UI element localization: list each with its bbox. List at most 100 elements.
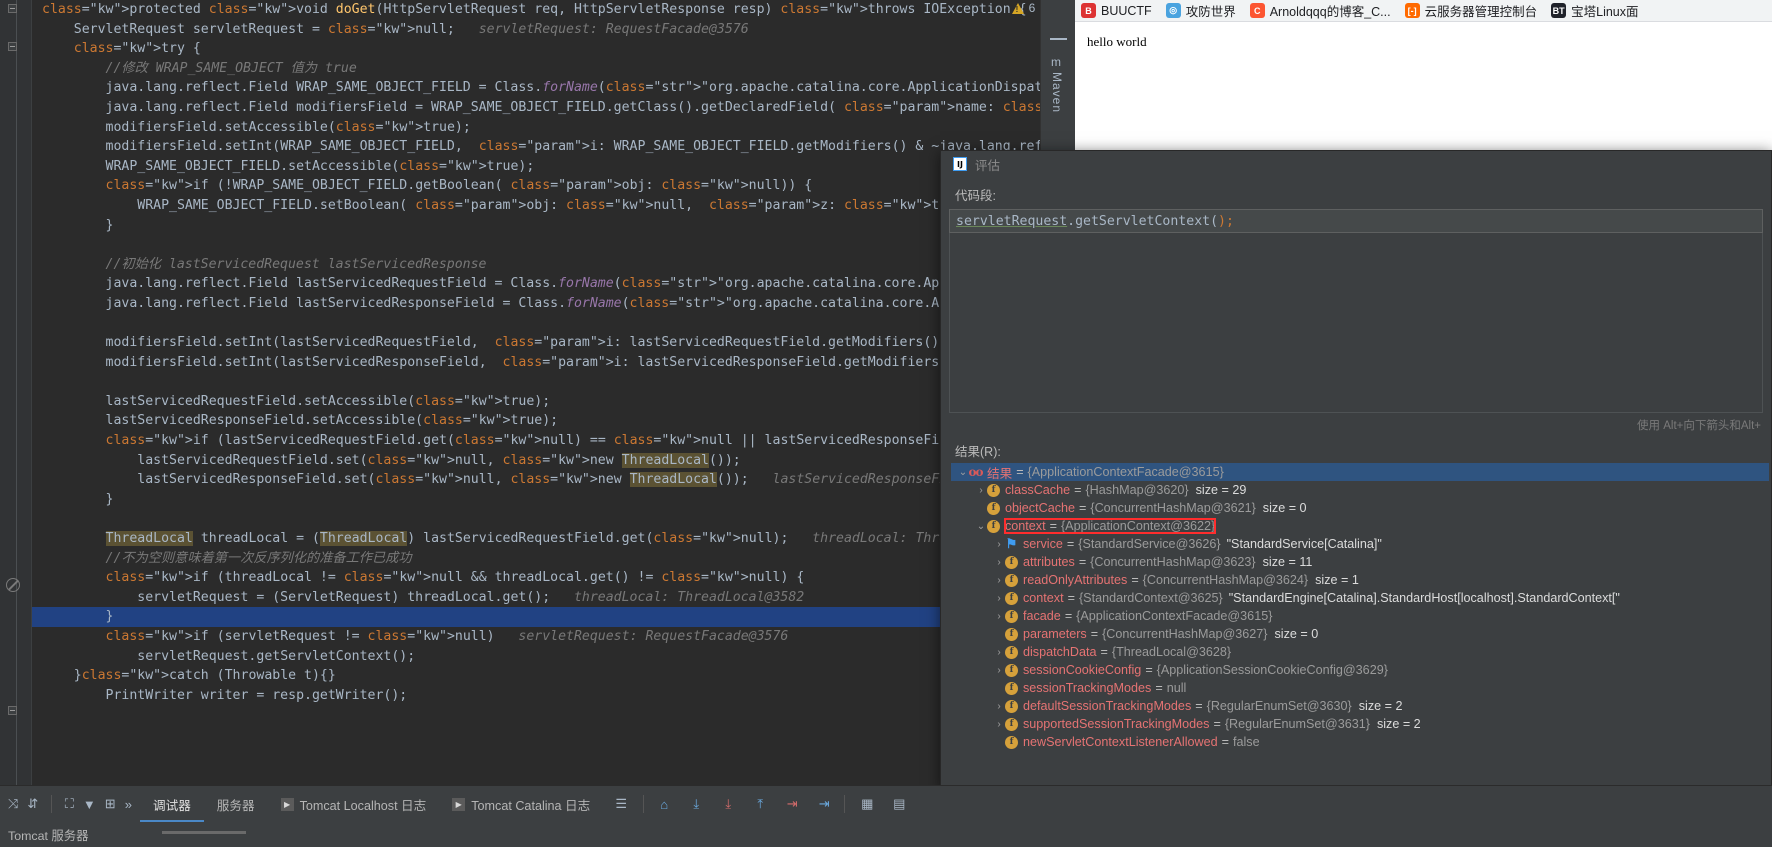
bookmark-item[interactable]: BT 宝塔Linux面 (1551, 1, 1639, 20)
code-line[interactable]: class="kw">protected class="kw">void doG… (32, 0, 1075, 20)
tree-row[interactable]: ⌄ oo 结果 = {ApplicationContextFacade@3615} (951, 463, 1769, 481)
code-editor[interactable]: class="kw">protected class="kw">void doG… (0, 0, 1075, 785)
code-line[interactable]: lastServicedResponseField.set(class="kw"… (32, 470, 1075, 490)
expand-arrow-icon[interactable]: ⌄ (957, 467, 969, 478)
code-line[interactable]: class="kw">if (threadLocal != class="kw"… (32, 568, 1075, 588)
code-content[interactable]: class="kw">protected class="kw">void doG… (32, 0, 1075, 785)
filter-icon[interactable]: ▼ (83, 796, 96, 812)
debug-tab-服务器[interactable]: 服务器 (204, 786, 268, 822)
code-line[interactable]: modifiersField.setInt(WRAP_SAME_OBJECT_F… (32, 137, 1075, 157)
bookmark-item[interactable]: ◎ 攻防世界 (1165, 1, 1236, 20)
expand-arrow-icon[interactable]: › (993, 665, 1005, 676)
tree-row[interactable]: › f classCache = {HashMap@3620} size = 29 (951, 481, 1769, 499)
code-line[interactable]: java.lang.reflect.Field lastServicedRequ… (32, 274, 1075, 294)
debug-toolbar[interactable]: ⤨ ⇵ ⛶ ▼ ⊞ » 调试器 服务器 ▶ Tomcat Localhost 日志 ▶ T… (0, 786, 1772, 822)
mute-breakpoints-icon[interactable] (6, 578, 20, 592)
code-line[interactable]: class="kw">if (!WRAP_SAME_OBJECT_FIELD.g… (32, 176, 1075, 196)
code-line[interactable] (32, 314, 1075, 334)
tree-row[interactable]: › f facade = {ApplicationContextFacade@3615} (951, 607, 1769, 625)
tree-row[interactable]: › f defaultSessionTrackingModes = {RegularEn… (951, 697, 1769, 715)
maven-strip-label[interactable]: Maven (1050, 72, 1064, 113)
expand-arrow-icon[interactable]: › (993, 719, 1005, 730)
code-line[interactable]: class="kw">if (servletRequest != class="… (32, 627, 1075, 647)
fold-marker[interactable] (8, 4, 17, 13)
code-line[interactable]: }class="kw">catch (Throwable t){} (32, 666, 1075, 686)
code-line[interactable]: modifiersField.setInt(lastServicedReques… (32, 333, 1075, 353)
expand-arrow-icon[interactable]: › (993, 575, 1005, 586)
bookmark-item[interactable]: C Arnoldqqq的博客_C... (1249, 1, 1391, 20)
code-line[interactable]: //修改 WRAP_SAME_OBJECT 值为 true (32, 59, 1075, 79)
expand-arrow-icon[interactable]: › (993, 593, 1005, 604)
tree-row[interactable]: › f attributes = {ConcurrentHashMap@3623} siz… (951, 553, 1769, 571)
code-line[interactable]: } (32, 607, 1075, 627)
code-line[interactable]: modifiersField.setInt(lastServicedRespon… (32, 353, 1075, 373)
layout-icon[interactable]: ▤ (891, 796, 907, 812)
code-line[interactable]: ServletRequest servletRequest = class="k… (32, 20, 1075, 40)
tree-row[interactable]: f objectCache = {ConcurrentHashMap@3621} siz… (951, 499, 1769, 517)
code-line[interactable]: servletRequest = (ServletRequest) thread… (32, 588, 1075, 608)
force-step-into-icon[interactable]: ⇥ (784, 796, 800, 812)
watch-icon[interactable]: ⊞ (105, 796, 116, 812)
code-line[interactable]: } (32, 490, 1075, 510)
collapse-icon[interactable]: ⇵ (27, 796, 38, 812)
tree-row[interactable]: › f dispatchData = {ThreadLocal@3628} (951, 643, 1769, 661)
debug-tool-window[interactable]: ⤨ ⇵ ⛶ ▼ ⊞ » 调试器 服务器 ▶ Tomcat Localhost 日志 ▶ T… (0, 785, 1772, 847)
code-line[interactable]: //初始化 lastServicedRequest lastServicedRe… (32, 255, 1075, 275)
debug-tabs[interactable]: 调试器 服务器 ▶ Tomcat Localhost 日志 ▶ Tomcat Catali… (140, 786, 603, 822)
evaluate-dialog[interactable]: IJ 评估 代码段: servletRequest .getServletCont… (940, 150, 1772, 790)
code-line[interactable]: WRAP_SAME_OBJECT_FIELD.setBoolean( class… (32, 196, 1075, 216)
tree-row[interactable]: › f context = {StandardContext@3625} "Standar… (951, 589, 1769, 607)
code-line[interactable]: WRAP_SAME_OBJECT_FIELD.setAccessible(cla… (32, 157, 1075, 177)
tree-row[interactable]: ⌄ f context = {ApplicationContext@3622} (951, 517, 1769, 535)
expand-arrow-icon[interactable]: › (993, 557, 1005, 568)
run-to-cursor-icon[interactable]: ⇥ (816, 796, 832, 812)
code-line[interactable]: } (32, 216, 1075, 236)
code-line[interactable]: ThreadLocal threadLocal = (ThreadLocal) … (32, 529, 1075, 549)
step-into-icon[interactable]: ⤓ (720, 796, 736, 812)
expand-arrow-icon[interactable]: › (993, 701, 1005, 712)
expand-arrow-icon[interactable]: › (993, 539, 1005, 550)
more-icon[interactable]: » (125, 796, 132, 812)
browser-window[interactable]: B BUUCTF ◎ 攻防世界 C Arnoldqqq的博客_C... [-] 云服务器管理控… (1075, 0, 1772, 152)
result-tree[interactable]: ⌄ oo 结果 = {ApplicationContextFacade@3615} › f c… (951, 463, 1769, 751)
hide-icon[interactable] (1050, 38, 1067, 40)
code-line[interactable]: //不为空则意味着第一次反序列化的准备工作已成功 (32, 549, 1075, 569)
expand-arrow-icon[interactable]: › (993, 611, 1005, 622)
debug-left-icons[interactable]: ⤨ ⇵ ⛶ ▼ ⊞ » (0, 786, 140, 822)
code-line[interactable]: java.lang.reflect.Field lastServicedResp… (32, 294, 1075, 314)
expand-arrow-icon[interactable]: ⌄ (975, 521, 987, 532)
code-line[interactable]: java.lang.reflect.Field WRAP_SAME_OBJECT… (32, 78, 1075, 98)
tree-row[interactable]: › f readOnlyAttributes = {ConcurrentHashMap@… (951, 571, 1769, 589)
debug-tab-Tomcat Localhost 日志[interactable]: ▶ Tomcat Localhost 日志 (268, 786, 440, 822)
restore-layout-icon[interactable]: ⤨ (8, 796, 18, 812)
code-line[interactable]: PrintWriter writer = resp.getWriter(); (32, 686, 1075, 706)
snippet-editor-area[interactable] (949, 233, 1763, 413)
code-line[interactable]: class="kw">if (lastServicedRequestField.… (32, 431, 1075, 451)
tree-row[interactable]: f newServletContextListenerAllowed = false (951, 733, 1769, 751)
code-line[interactable]: lastServicedResponseField.setAccessible(… (32, 411, 1075, 431)
bookmarks-bar[interactable]: B BUUCTF ◎ 攻防世界 C Arnoldqqq的博客_C... [-] 云服务器管理控… (1075, 0, 1772, 22)
editor-gutter[interactable] (0, 0, 32, 785)
code-line[interactable] (32, 372, 1075, 392)
frames-icon[interactable]: ⛶ (65, 796, 74, 812)
code-line[interactable]: class="kw">try { (32, 39, 1075, 59)
bookmark-item[interactable]: B BUUCTF (1081, 3, 1152, 18)
debug-tab-调试器[interactable]: 调试器 (140, 786, 204, 822)
code-line[interactable]: lastServicedRequestField.set(class="kw">… (32, 451, 1075, 471)
snippet-input[interactable]: servletRequest .getServletContext(); (949, 209, 1763, 233)
code-line[interactable]: lastServicedRequestField.setAccessible(c… (32, 392, 1075, 412)
evaluate-expression-icon[interactable]: ▦ (859, 796, 875, 812)
bookmark-item[interactable]: [-] 云服务器管理控制台 (1404, 1, 1537, 20)
fold-marker[interactable] (8, 706, 17, 715)
tree-row[interactable]: › ⚑ service = {StandardService@3626} "Standar… (951, 535, 1769, 553)
code-line[interactable] (32, 235, 1075, 255)
tree-row[interactable]: › f supportedSessionTrackingModes = {Regular… (951, 715, 1769, 733)
step-over-icon[interactable]: ⤓ (688, 796, 704, 812)
debug-tab-Tomcat Catalina 日志[interactable]: ▶ Tomcat Catalina 日志 (439, 786, 603, 822)
console-toggle-icon[interactable]: ☰ (613, 796, 629, 812)
tree-row[interactable]: f parameters = {ConcurrentHashMap@3627} size… (951, 625, 1769, 643)
code-line[interactable] (32, 509, 1075, 529)
step-out-icon[interactable]: ⤒ (752, 796, 768, 812)
expand-arrow-icon[interactable]: › (993, 647, 1005, 658)
expand-arrow-icon[interactable]: › (975, 485, 987, 496)
